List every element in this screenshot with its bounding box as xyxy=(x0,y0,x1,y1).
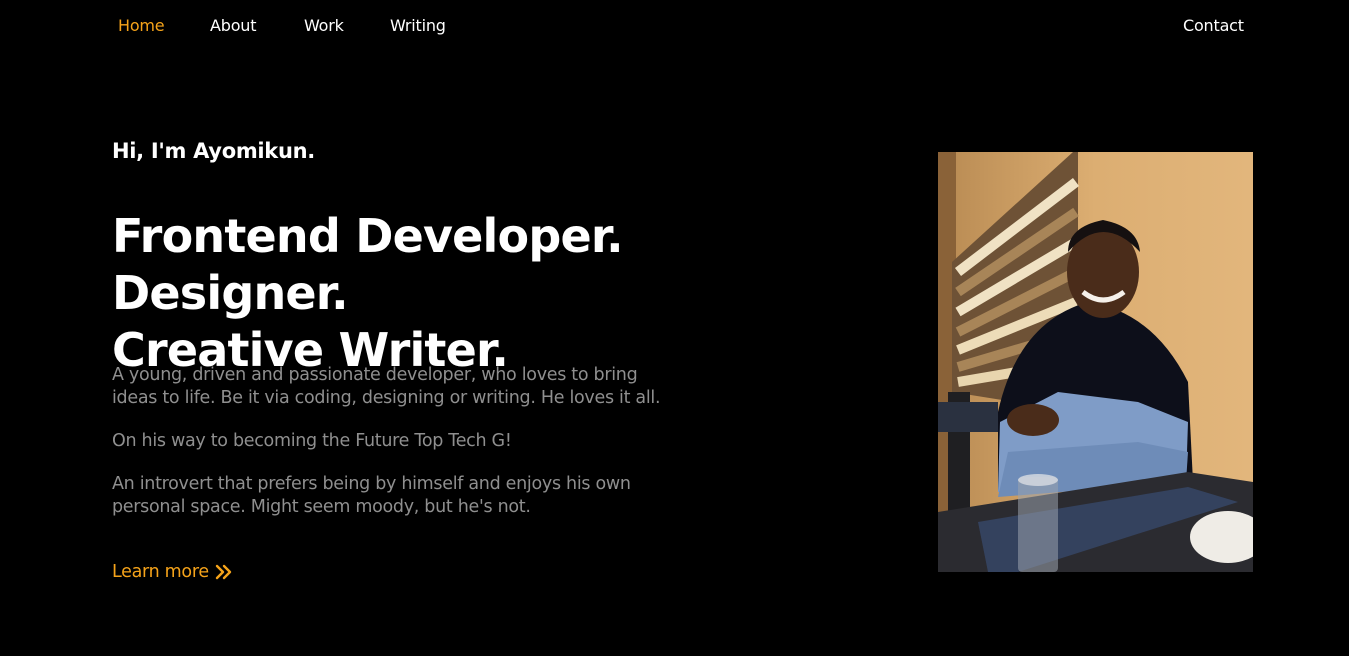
headline: Frontend Developer. Designer. Creative W… xyxy=(112,208,872,379)
portrait-illustration xyxy=(938,152,1253,572)
double-chevron-right-icon xyxy=(215,564,232,580)
nav-writing-link[interactable]: Writing xyxy=(390,16,446,36)
top-navigation: Home About Work Writing Contact xyxy=(0,0,1349,54)
nav-home-link[interactable]: Home xyxy=(118,16,165,36)
nav-work-link[interactable]: Work xyxy=(304,16,344,36)
learn-more-label: Learn more xyxy=(112,562,209,582)
bio-paragraph: On his way to becoming the Future Top Te… xyxy=(112,431,512,451)
headline-line-1: Frontend Developer. Designer. xyxy=(112,209,624,320)
greeting: Hi, I'm Ayomikun. xyxy=(112,139,315,163)
learn-more-link[interactable]: Learn more xyxy=(112,561,233,583)
bio-paragraph: An introvert that prefers being by himse… xyxy=(112,474,631,517)
nav-about-link[interactable]: About xyxy=(210,16,257,36)
portrait-photo xyxy=(938,152,1253,572)
bio-text: A young, driven and passionate developer… xyxy=(112,364,682,539)
nav-contact-link[interactable]: Contact xyxy=(1183,16,1244,36)
bio-paragraph: A young, driven and passionate developer… xyxy=(112,365,661,408)
